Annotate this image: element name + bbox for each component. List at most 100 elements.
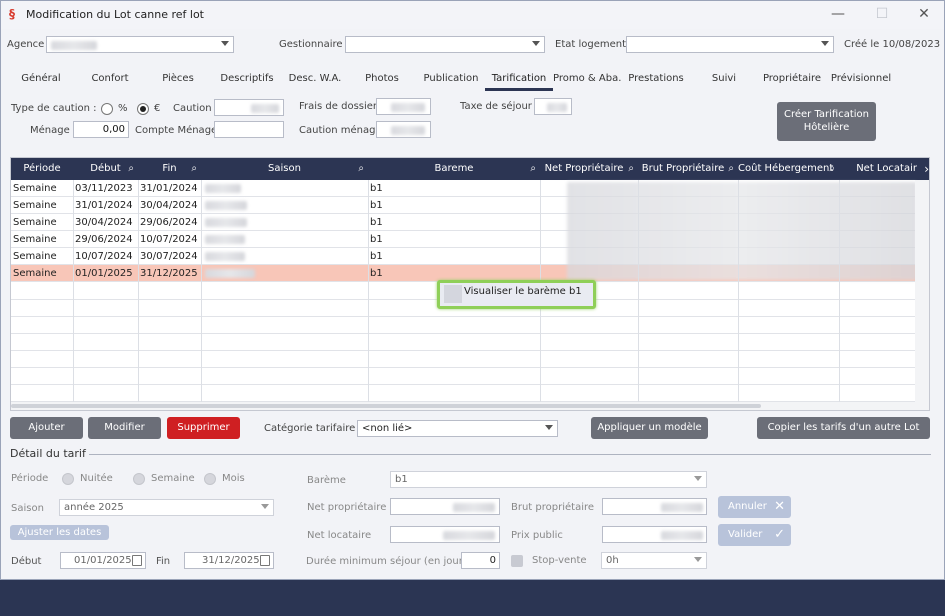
ajouter-button[interactable]: Ajouter <box>10 417 83 439</box>
col-cout-hebergement[interactable]: Coût Hébergement ⌕ <box>738 158 839 180</box>
search-icon[interactable]: ⌕ <box>358 158 364 180</box>
row-separator <box>11 316 916 317</box>
tab-suivi[interactable]: Suivi <box>691 70 757 91</box>
horizontal-scrollbar[interactable] <box>11 402 916 410</box>
col-debut[interactable]: Début ⌕ <box>73 158 138 180</box>
stop-vente-checkbox[interactable] <box>511 555 523 567</box>
tab-desc-wa[interactable]: Desc. W.A. <box>282 70 348 91</box>
radio-euro[interactable] <box>137 103 149 115</box>
appliquer-modele-button[interactable]: Appliquer un modèle <box>591 417 708 439</box>
search-icon[interactable]: ⌕ <box>628 158 634 180</box>
radio-percent[interactable] <box>101 103 113 115</box>
col-saison-label: Saison <box>268 163 301 174</box>
tab-bar: Général Confort Pièces Descriptifs Desc.… <box>6 70 936 91</box>
search-icon[interactable]: ⌕ <box>728 158 734 180</box>
cell-fin: 31/01/2024 <box>140 183 198 194</box>
check-icon: ✓ <box>774 527 785 542</box>
radio-mois[interactable] <box>204 473 216 485</box>
search-icon[interactable]: ⌕ <box>191 158 197 180</box>
tab-general[interactable]: Général <box>6 70 76 91</box>
calendar-icon[interactable] <box>132 555 142 566</box>
col-brut-proprietaire-label: Brut Propriétaire <box>641 163 725 174</box>
brut-proprietaire-input[interactable] <box>602 498 707 515</box>
column-separator <box>839 180 840 410</box>
net-proprietaire-input[interactable] <box>390 498 500 515</box>
close-button[interactable]: ✕ <box>909 5 939 25</box>
search-icon[interactable]: ⌕ <box>829 158 835 180</box>
ajuster-dates-button[interactable]: Ajuster les dates <box>10 525 109 540</box>
radio-nuitee[interactable] <box>62 473 74 485</box>
agence-select[interactable] <box>46 36 234 53</box>
prix-public-input[interactable] <box>602 526 707 543</box>
modifier-button[interactable]: Modifier <box>88 417 161 439</box>
categorie-value: <non lié> <box>362 423 413 434</box>
chevron-right-icon[interactable]: › <box>924 158 929 180</box>
gestionnaire-label: Gestionnaire <box>279 39 343 50</box>
copier-tarifs-button[interactable]: Copier les tarifs d'un autre Lot <box>757 417 930 439</box>
etat-logement-select[interactable] <box>626 36 834 53</box>
section-divider <box>89 454 931 455</box>
search-icon[interactable]: ⌕ <box>128 158 134 180</box>
cell-fin: 30/04/2024 <box>140 200 198 211</box>
stop-vente-select[interactable]: 0h <box>601 552 707 569</box>
search-icon[interactable]: ⌕ <box>530 158 536 180</box>
tab-publication[interactable]: Publication <box>416 70 486 91</box>
fin-date-input[interactable]: 31/12/2025 <box>184 552 274 569</box>
tab-tarification[interactable]: Tarification <box>485 70 553 91</box>
frais-dossier-input[interactable] <box>376 98 431 115</box>
col-saison[interactable]: Saison ⌕ <box>201 158 368 180</box>
redacted-value <box>51 41 97 50</box>
valider-button[interactable]: Valider ✓ <box>718 524 791 546</box>
bareme-select[interactable]: b1 <box>390 471 707 488</box>
redacted-value <box>205 184 241 193</box>
main-window: § Modification du Lot canne ref lot — ☐ … <box>0 0 945 580</box>
categorie-tarifaire-select[interactable]: <non lié> <box>357 420 558 437</box>
scrollbar-thumb[interactable] <box>11 404 761 408</box>
vertical-scrollbar[interactable] <box>915 180 929 410</box>
debut-date-input[interactable]: 01/01/2025 <box>60 552 146 569</box>
gestionnaire-select[interactable] <box>345 36 545 53</box>
col-net-proprietaire[interactable]: Net Propriétaire ⌕ <box>540 158 638 180</box>
redacted-value <box>547 103 567 112</box>
col-fin[interactable]: Fin ⌕ <box>138 158 201 180</box>
caution-menage-input[interactable] <box>376 121 431 138</box>
annuler-button[interactable]: Annuler ✕ <box>718 496 791 518</box>
tab-prestations[interactable]: Prestations <box>621 70 691 91</box>
col-net-locataire[interactable]: Net Locatair › <box>839 158 929 180</box>
euro-label: € <box>154 103 161 114</box>
calendar-icon[interactable] <box>260 555 270 566</box>
window-title: Modification du Lot canne ref lot <box>26 8 204 21</box>
tab-confort[interactable]: Confort <box>76 70 144 91</box>
tab-photos[interactable]: Photos <box>348 70 416 91</box>
radio-semaine[interactable] <box>133 473 145 485</box>
supprimer-button[interactable]: Supprimer <box>167 417 240 439</box>
tab-descriptifs[interactable]: Descriptifs <box>212 70 282 91</box>
col-periode[interactable]: Période <box>11 158 73 180</box>
duree-minimum-input[interactable]: 0 <box>461 552 500 569</box>
cell-periode: Semaine <box>13 234 57 245</box>
redacted-value <box>205 235 245 244</box>
compte-menage-input[interactable] <box>214 121 284 138</box>
column-separator <box>368 180 369 410</box>
cell-bareme: b1 <box>370 234 383 245</box>
tab-previsionnel[interactable]: Prévisionnel <box>827 70 895 91</box>
minimize-button[interactable]: — <box>823 5 853 25</box>
chevron-down-icon <box>694 476 702 481</box>
visualiser-bareme-menu-item[interactable]: Visualiser le barème b1 <box>464 286 582 297</box>
menage-input[interactable]: 0,00 <box>73 121 129 138</box>
taxe-sejour-input[interactable] <box>534 98 572 115</box>
tab-promo[interactable]: Promo & Aba. <box>553 70 621 91</box>
col-bareme[interactable]: Bareme ⌕ <box>368 158 540 180</box>
percent-label: % <box>118 103 128 114</box>
maximize-button[interactable]: ☐ <box>867 5 897 25</box>
net-locataire-input[interactable] <box>390 526 500 543</box>
col-brut-proprietaire[interactable]: Brut Propriétaire ⌕ <box>638 158 738 180</box>
stop-vente-value: 0h <box>606 555 619 566</box>
tab-proprietaire[interactable]: Propriétaire <box>757 70 827 91</box>
redacted-value <box>661 531 703 540</box>
creer-tarification-button[interactable]: Créer Tarification Hôtelière <box>777 102 876 141</box>
tab-pieces[interactable]: Pièces <box>144 70 212 91</box>
saison-select[interactable]: année 2025 <box>59 499 274 516</box>
cell-fin: 29/06/2024 <box>140 217 198 228</box>
caution-input[interactable] <box>214 99 284 116</box>
